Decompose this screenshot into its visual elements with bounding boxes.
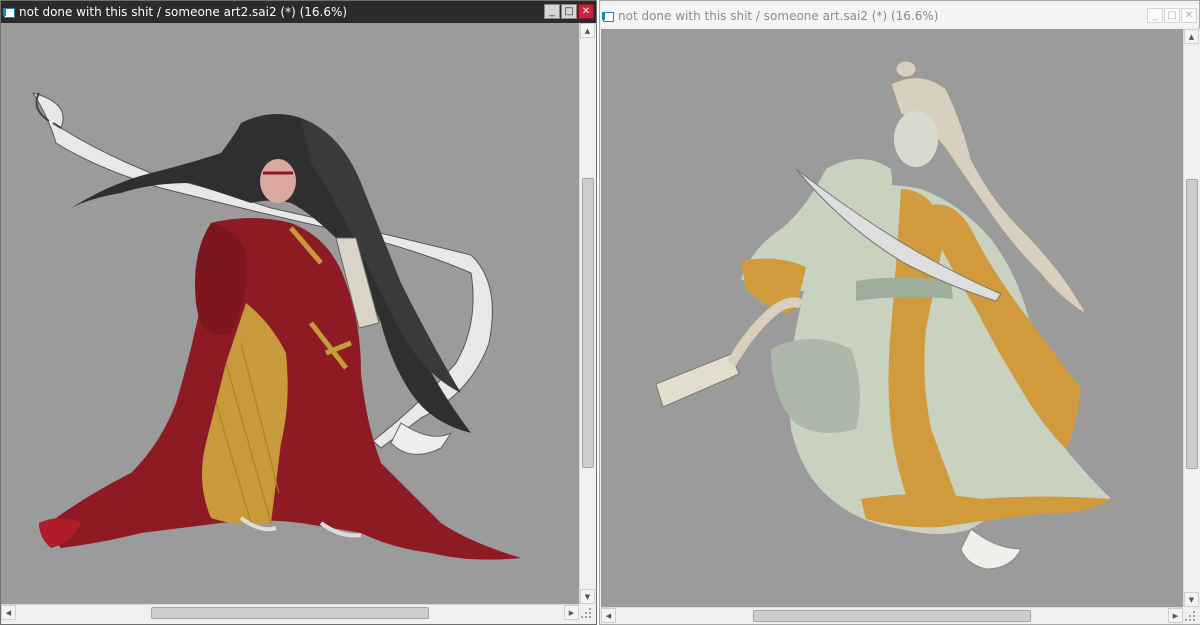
scroll-down-arrow-icon[interactable]: ▼ [1184,592,1199,607]
left-canvas[interactable] [1,23,579,604]
right-horizontal-scrollbar[interactable]: ◀ ▶ [601,607,1183,624]
left-window-controls: _ □ ✕ [544,4,594,19]
vertical-scroll-thumb[interactable] [1186,179,1198,469]
scroll-up-arrow-icon[interactable]: ▲ [1184,29,1199,44]
right-document-window[interactable]: not done with this shit / someone art.sa… [599,0,1200,625]
close-button[interactable]: ✕ [1181,8,1197,23]
horizontal-scroll-thumb[interactable] [753,610,1031,622]
resize-grip-icon[interactable] [579,604,596,621]
minimize-button[interactable]: _ [1147,8,1163,23]
minimize-button[interactable]: _ [544,4,560,19]
horizontal-scroll-thumb[interactable] [151,607,429,619]
scroll-right-arrow-icon[interactable]: ▶ [1168,608,1183,623]
maximize-button[interactable]: □ [561,4,577,19]
left-document-window[interactable]: not done with this shit / someone art2.s… [0,0,597,625]
right-canvas[interactable] [601,29,1183,607]
sai-document-icon [602,10,614,22]
right-vertical-scrollbar[interactable]: ▲ ▼ [1183,29,1200,607]
scroll-left-arrow-icon[interactable]: ◀ [601,608,616,623]
resize-grip-icon[interactable] [1183,607,1200,624]
pale-robed-figure-artwork [655,60,1111,570]
close-button[interactable]: ✕ [578,4,594,19]
left-vertical-scrollbar[interactable]: ▲ ▼ [579,23,596,604]
scroll-up-arrow-icon[interactable]: ▲ [580,23,595,38]
right-window-titlebar[interactable]: not done with this shit / someone art.sa… [600,5,1199,27]
sai-document-icon [3,6,15,18]
scroll-down-arrow-icon[interactable]: ▼ [580,589,595,604]
left-window-title: not done with this shit / someone art2.s… [19,5,348,19]
left-window-titlebar[interactable]: not done with this shit / someone art2.s… [1,1,596,23]
scroll-right-arrow-icon[interactable]: ▶ [564,605,579,620]
maximize-button[interactable]: □ [1164,8,1180,23]
scroll-left-arrow-icon[interactable]: ◀ [1,605,16,620]
left-horizontal-scrollbar[interactable]: ◀ ▶ [1,604,579,621]
red-robed-figure-artwork [31,92,521,560]
right-window-controls: _ □ ✕ [1147,8,1197,23]
vertical-scroll-thumb[interactable] [582,178,594,468]
right-window-title: not done with this shit / someone art.sa… [618,9,939,23]
